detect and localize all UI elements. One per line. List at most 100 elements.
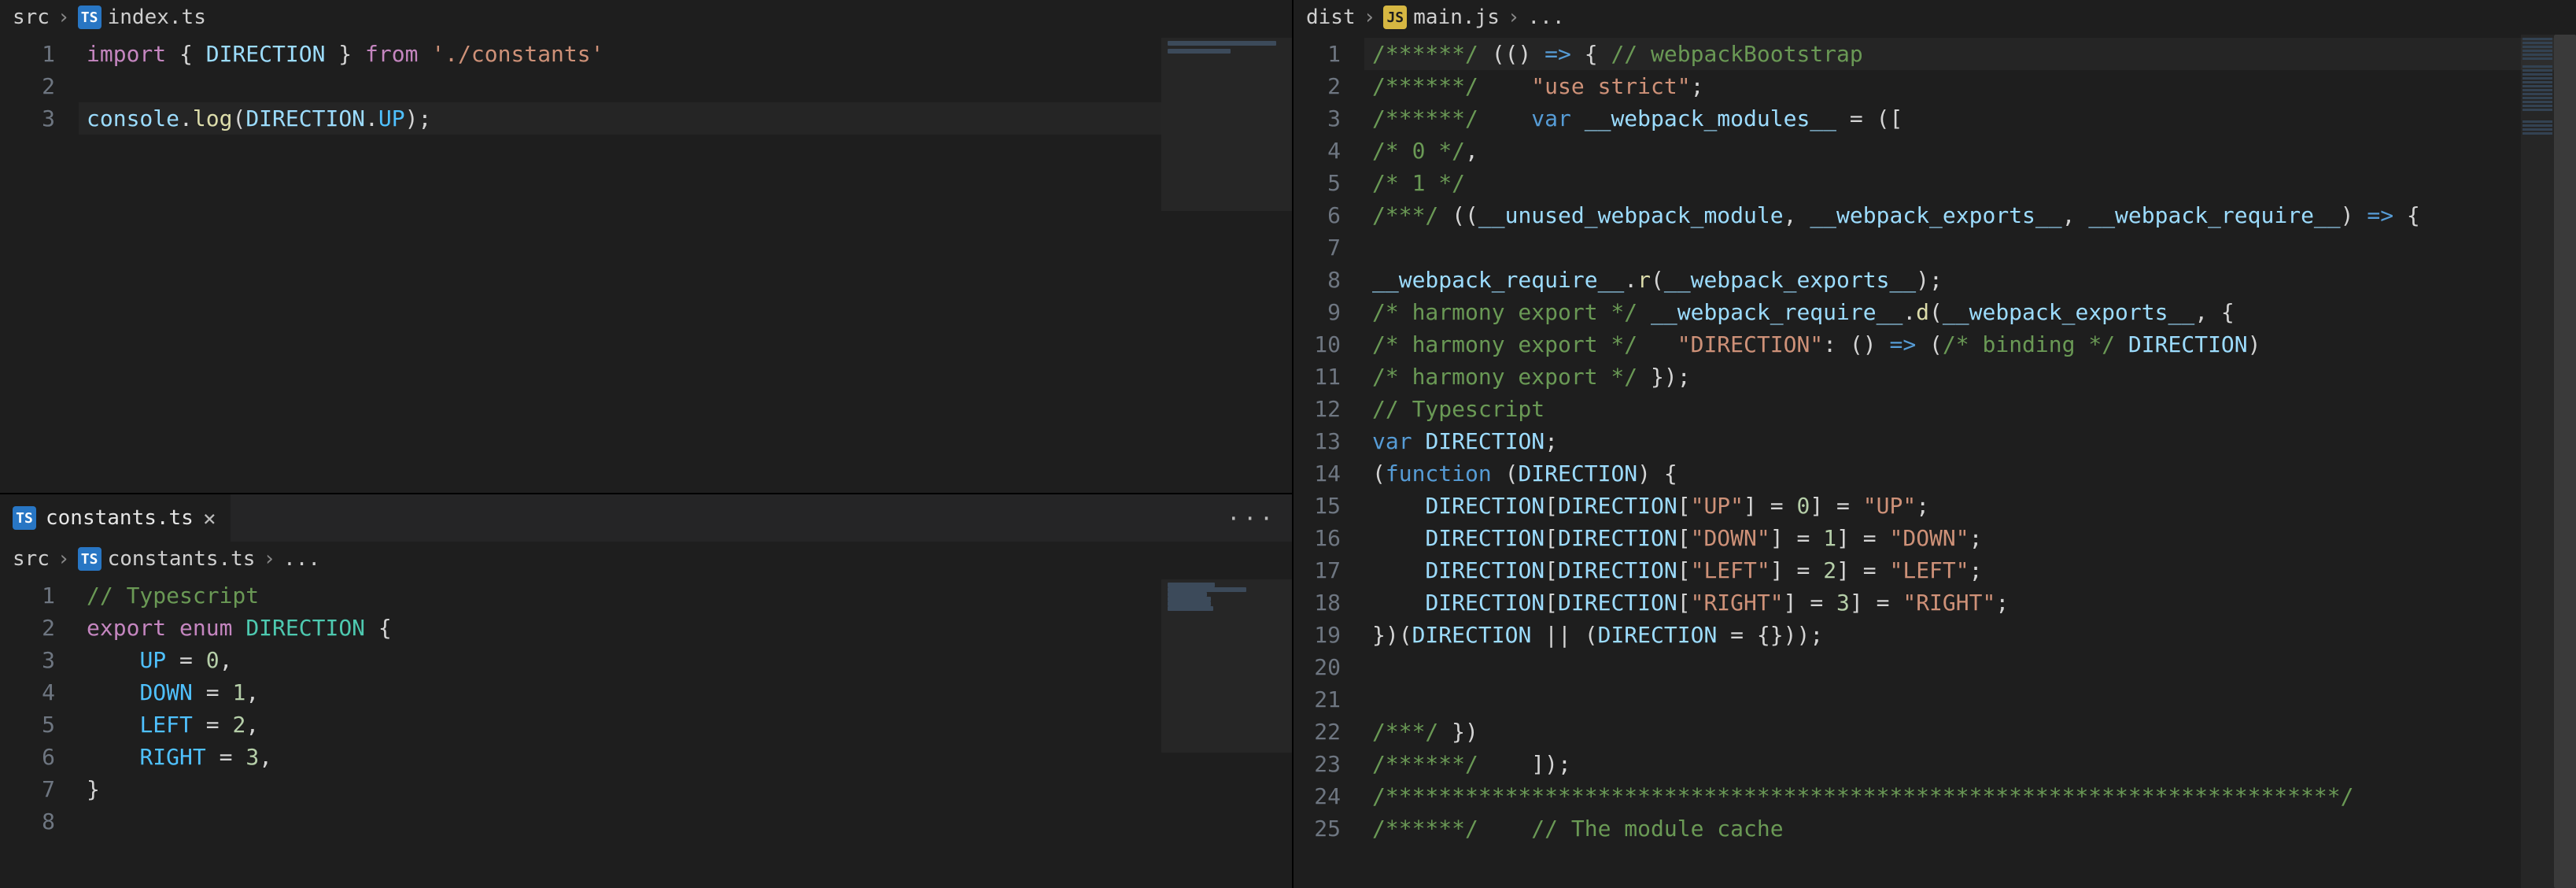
- code-area[interactable]: // Typescriptexport enum DIRECTION { UP …: [79, 576, 1292, 888]
- line-number: 24: [1294, 780, 1364, 812]
- code-line[interactable]: })(DIRECTION || (DIRECTION = {}));: [1364, 619, 2576, 651]
- breadcrumb-trail[interactable]: ...: [283, 547, 320, 571]
- token-num: 0: [1796, 493, 1810, 519]
- token-punc: [: [1544, 525, 1558, 551]
- token-punc: =: [193, 679, 233, 705]
- code-line[interactable]: /******/ "use strict";: [1364, 70, 2576, 102]
- breadcrumb-seg[interactable]: src: [13, 6, 50, 29]
- token-punc: ,: [245, 679, 259, 705]
- minimap-viewport[interactable]: [2521, 35, 2554, 888]
- token-punc: [166, 615, 179, 641]
- scrollbar[interactable]: [2554, 35, 2576, 888]
- breadcrumb-trail[interactable]: ...: [1528, 6, 1565, 29]
- token-punc: || (: [1531, 622, 1597, 648]
- minimap[interactable]: [1161, 38, 1292, 493]
- code-line[interactable]: // Typescript: [1364, 393, 2576, 425]
- breadcrumb-seg[interactable]: dist: [1306, 6, 1356, 29]
- code-line[interactable]: /* 1 */: [1364, 167, 2576, 199]
- token-punc: ,: [1465, 138, 1478, 164]
- token-punc: ) {: [1637, 461, 1677, 487]
- code-line[interactable]: // Typescript: [79, 579, 1292, 612]
- minimap[interactable]: [1161, 579, 1292, 888]
- code-line[interactable]: [79, 70, 1292, 102]
- token-punc: [1372, 525, 1425, 551]
- token-punc: ): [2248, 331, 2261, 357]
- code-line[interactable]: /* 0 */,: [1364, 135, 2576, 167]
- code-line[interactable]: [1364, 651, 2576, 683]
- code-line[interactable]: UP = 0,: [79, 644, 1292, 676]
- token-str: "DIRECTION": [1677, 331, 1823, 357]
- code-line[interactable]: /* harmony export */ });: [1364, 361, 2576, 393]
- code-line[interactable]: console.log(DIRECTION.UP);: [79, 102, 1292, 135]
- line-number: 18: [1294, 586, 1364, 619]
- breadcrumb[interactable]: src › TS index.ts: [0, 0, 1292, 35]
- code-area[interactable]: import { DIRECTION } from './constants' c…: [79, 35, 1292, 493]
- code-line[interactable]: LEFT = 2,: [79, 709, 1292, 741]
- editor-body[interactable]: 123 import { DIRECTION } from './constan…: [0, 35, 1292, 493]
- code-line[interactable]: /******/ ]);: [1364, 748, 2576, 780]
- scrollbar-thumb[interactable]: [2554, 35, 2576, 888]
- tab-actions-icon[interactable]: ···: [1227, 505, 1292, 531]
- token-str: "use strict": [1531, 73, 1690, 99]
- code-line[interactable]: /***/ }): [1364, 716, 2576, 748]
- right-column: dist › JS main.js › ... 1234567891011121…: [1294, 0, 2576, 888]
- token-kw2: =>: [2367, 202, 2393, 228]
- line-number: 20: [1294, 651, 1364, 683]
- code-line[interactable]: /******/ // The module cache: [1364, 812, 2576, 845]
- code-line[interactable]: }: [79, 773, 1292, 805]
- code-line[interactable]: /******/ var __webpack_modules__ = ([: [1364, 102, 2576, 135]
- token-str: "DOWN": [1691, 525, 1770, 551]
- code-line[interactable]: DIRECTION[DIRECTION["LEFT"] = 2] = "LEFT…: [1364, 554, 2576, 586]
- code-line[interactable]: DOWN = 1,: [79, 676, 1292, 709]
- minimap[interactable]: [2521, 35, 2554, 888]
- close-icon[interactable]: ×: [203, 505, 216, 531]
- code-line[interactable]: export enum DIRECTION {: [79, 612, 1292, 644]
- breadcrumb[interactable]: dist › JS main.js › ...: [1294, 0, 2576, 35]
- token-punc: ,: [2062, 202, 2089, 228]
- token-punc: );: [1916, 267, 1943, 293]
- code-line[interactable]: var DIRECTION;: [1364, 425, 2576, 457]
- token-punc: ,: [1784, 202, 1810, 228]
- code-line[interactable]: RIGHT = 3,: [79, 741, 1292, 773]
- token-punc: (: [1492, 461, 1519, 487]
- code-line[interactable]: DIRECTION[DIRECTION["DOWN"] = 1] = "DOWN…: [1364, 522, 2576, 554]
- line-number: 14: [1294, 457, 1364, 490]
- token-punc: ] =: [1784, 590, 1836, 616]
- token-num: 1: [1823, 525, 1836, 551]
- token-punc: [1478, 73, 1531, 99]
- code-line[interactable]: /******/ (() => { // webpackBootstrap: [1364, 38, 2576, 70]
- token-punc: ] =: [1770, 557, 1823, 583]
- token-com: // The module cache: [1531, 816, 1783, 842]
- code-line[interactable]: /***/ ((__unused_webpack_module, __webpa…: [1364, 199, 2576, 231]
- line-number: 16: [1294, 522, 1364, 554]
- code-line[interactable]: DIRECTION[DIRECTION["RIGHT"] = 3] = "RIG…: [1364, 586, 2576, 619]
- tab-constants[interactable]: TS constants.ts ×: [0, 494, 231, 542]
- breadcrumb-file[interactable]: TS constants.ts: [78, 547, 256, 571]
- token-fn: r: [1637, 267, 1651, 293]
- code-line[interactable]: /* harmony export */ __webpack_require__…: [1364, 296, 2576, 328]
- editor-body[interactable]: 12345678 // Typescriptexport enum DIRECT…: [0, 576, 1292, 888]
- token-punc: =: [193, 712, 233, 738]
- code-line[interactable]: [79, 805, 1292, 838]
- code-line[interactable]: /* harmony export */ "DIRECTION": () => …: [1364, 328, 2576, 361]
- code-line[interactable]: DIRECTION[DIRECTION["UP"] = 0] = "UP";: [1364, 490, 2576, 522]
- minimap-viewport[interactable]: [1161, 38, 1292, 211]
- code-line[interactable]: import { DIRECTION } from './constants': [79, 38, 1292, 70]
- breadcrumb[interactable]: src › TS constants.ts › ...: [0, 542, 1292, 576]
- code-line[interactable]: (function (DIRECTION) {: [1364, 457, 2576, 490]
- token-punc: .: [365, 105, 378, 131]
- token-punc: (: [1929, 299, 1943, 325]
- editor-body[interactable]: 1234567891011121314151617181920212223242…: [1294, 35, 2576, 888]
- breadcrumb-file[interactable]: TS index.ts: [78, 6, 206, 29]
- line-number: 5: [1294, 167, 1364, 199]
- token-punc: }: [87, 776, 100, 802]
- code-area[interactable]: /******/ (() => { // webpackBootstrap/**…: [1364, 35, 2576, 888]
- token-punc: ]);: [1478, 751, 1571, 777]
- breadcrumb-seg[interactable]: src: [13, 547, 50, 571]
- token-punc: .: [1902, 299, 1916, 325]
- code-line[interactable]: __webpack_require__.r(__webpack_exports_…: [1364, 264, 2576, 296]
- breadcrumb-file[interactable]: JS main.js: [1383, 6, 1500, 29]
- code-line[interactable]: /***************************************…: [1364, 780, 2576, 812]
- code-line[interactable]: [1364, 683, 2576, 716]
- code-line[interactable]: [1364, 231, 2576, 264]
